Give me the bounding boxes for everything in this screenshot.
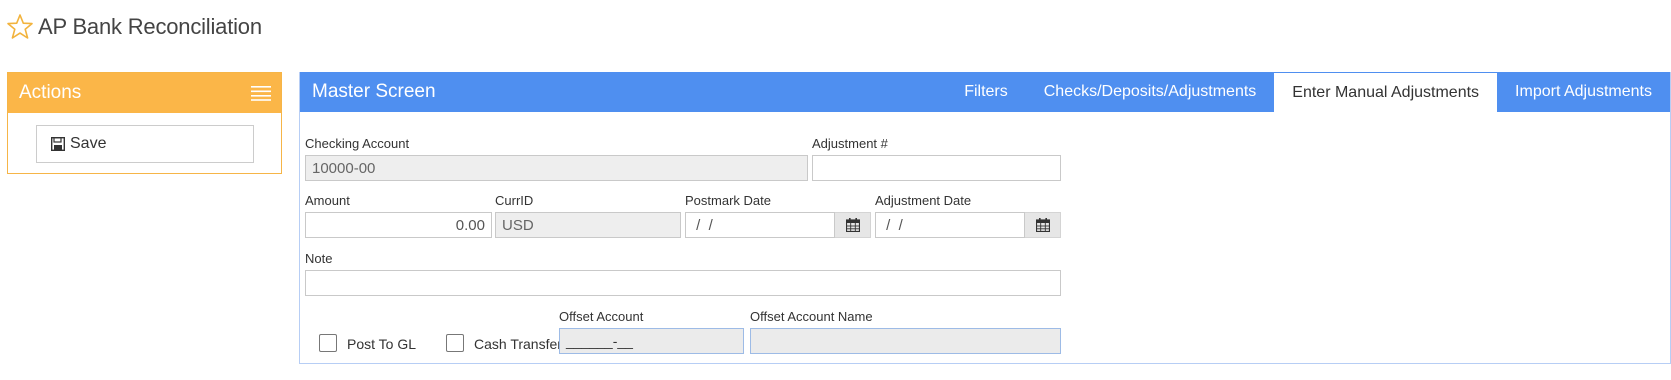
note-field[interactable] xyxy=(305,270,1061,296)
adjustment-date-field[interactable]: / / xyxy=(875,212,1025,238)
master-tabs: Filters Checks/Deposits/Adjustments Ente… xyxy=(946,72,1670,112)
save-button[interactable]: Save xyxy=(36,125,254,163)
page-title: AP Bank Reconciliation xyxy=(38,14,262,39)
actions-title: Actions xyxy=(19,82,82,103)
favorite-star-icon[interactable] xyxy=(6,13,34,41)
actions-panel: Actions Save xyxy=(7,72,282,174)
calendar-icon xyxy=(845,218,860,233)
curr-id-field: USD xyxy=(495,212,681,238)
adjustment-number-label: Adjustment # xyxy=(812,136,888,151)
note-label: Note xyxy=(305,251,333,266)
post-to-gl-checkbox[interactable] xyxy=(319,334,337,352)
master-title: Master Screen xyxy=(312,81,436,102)
actions-header: Actions xyxy=(8,73,281,113)
hamburger-menu-icon[interactable] xyxy=(251,85,271,101)
cash-transfer-checkbox[interactable] xyxy=(446,334,464,352)
tab-import-adjustments[interactable]: Import Adjustments xyxy=(1497,72,1670,112)
checking-account-label: Checking Account xyxy=(305,136,410,151)
offset-account-field[interactable]: ______-__ xyxy=(559,328,744,354)
postmark-date-label: Postmark Date xyxy=(685,193,771,208)
postmark-date-calendar-button[interactable] xyxy=(835,212,871,238)
tab-filters[interactable]: Filters xyxy=(946,72,1026,112)
amount-field[interactable]: 0.00 xyxy=(305,212,492,238)
save-button-label: Save xyxy=(70,135,107,152)
adjustment-date-label: Adjustment Date xyxy=(875,193,972,208)
offset-account-name-label: Offset Account Name xyxy=(750,309,873,324)
offset-account-name-field xyxy=(750,328,1061,354)
tab-checks-deposits-adjustments[interactable]: Checks/Deposits/Adjustments xyxy=(1026,72,1275,112)
post-to-gl-label: Post To GL xyxy=(347,336,417,352)
page-header: AP Bank Reconciliation xyxy=(6,10,262,44)
master-screen-panel: Master Screen Filters Checks/Deposits/Ad… xyxy=(299,72,1671,364)
master-header: Master Screen Filters Checks/Deposits/Ad… xyxy=(300,72,1670,112)
postmark-date-field[interactable]: / / xyxy=(685,212,835,238)
offset-account-label: Offset Account xyxy=(559,309,644,324)
calendar-icon xyxy=(1035,218,1050,233)
checking-account-field: 10000-00 xyxy=(305,155,808,181)
adjustment-number-field[interactable] xyxy=(812,155,1061,181)
adjustment-date-calendar-button[interactable] xyxy=(1025,212,1061,238)
tab-enter-manual-adjustments[interactable]: Enter Manual Adjustments xyxy=(1274,72,1498,112)
cash-transfer-label: Cash Transfer xyxy=(474,336,562,352)
curr-id-label: CurrID xyxy=(495,193,534,208)
amount-label: Amount xyxy=(305,193,350,208)
floppy-disk-icon xyxy=(50,136,66,152)
